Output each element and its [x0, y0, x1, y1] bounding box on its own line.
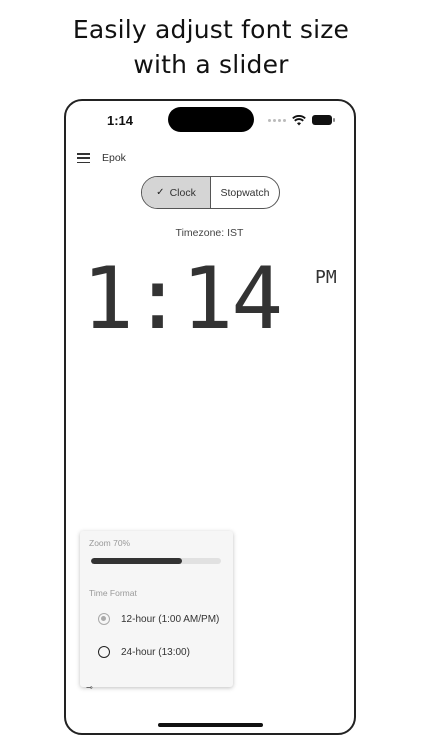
option-24-hour-label: 24-hour (13:00) — [121, 646, 190, 658]
time-format-label: Time Format — [89, 588, 137, 598]
settings-icon[interactable]: ⊸ — [86, 683, 93, 692]
radio-unselected-icon — [98, 646, 110, 658]
tab-stopwatch[interactable]: Stopwatch — [211, 177, 279, 208]
tab-stopwatch-label: Stopwatch — [220, 186, 270, 199]
mode-toggle: ✓ Clock Stopwatch — [141, 176, 280, 209]
clock-ampm: PM — [315, 267, 337, 288]
status-time: 1:14 — [107, 113, 134, 128]
zoom-label: Zoom 70% — [89, 538, 131, 548]
option-12-hour-label: 12-hour (1:00 AM/PM) — [121, 613, 220, 625]
app-title: Epok — [102, 152, 126, 164]
zoom-slider[interactable] — [91, 558, 221, 564]
headline-line-1: Easily adjust font size — [72, 15, 350, 44]
option-12-hour[interactable]: 12-hour (1:00 AM/PM) — [98, 613, 219, 625]
signal-icon — [268, 118, 286, 122]
tab-clock[interactable]: ✓ Clock — [142, 177, 211, 208]
check-icon: ✓ — [156, 187, 165, 198]
clock-time: 1:14 — [82, 249, 283, 349]
option-24-hour[interactable]: 24-hour (13:00) — [98, 646, 190, 658]
timezone-label: Timezone: IST — [175, 227, 244, 239]
headline-line-2: with a slider — [133, 50, 289, 79]
promo-headline: Easily adjust font size with a slider — [0, 12, 422, 82]
status-icons — [268, 113, 335, 127]
tab-clock-label: Clock — [169, 186, 196, 199]
zoom-slider-fill — [91, 558, 182, 564]
settings-popup: Zoom 70% Time Format 12-hour (1:00 AM/PM… — [80, 531, 233, 687]
hamburger-menu-icon[interactable] — [77, 153, 90, 164]
wifi-icon — [292, 114, 306, 125]
dynamic-island — [168, 107, 254, 132]
radio-selected-icon — [98, 613, 110, 625]
home-indicator — [158, 723, 263, 727]
phone-frame: 1:14 Epok ✓ Clock Stopwatch Timezone: IS… — [64, 99, 356, 735]
battery-icon — [312, 115, 335, 125]
